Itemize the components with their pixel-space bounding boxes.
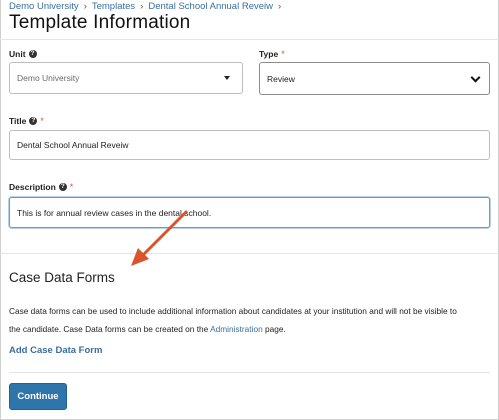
case-data-description-text: the candidate. Case Data forms can be cr… xyxy=(9,324,211,334)
description-label: Description ? * xyxy=(9,182,73,192)
caret-down-icon xyxy=(224,76,230,80)
chevron-down-icon xyxy=(470,72,481,83)
breadcrumb-separator: › xyxy=(83,1,87,12)
breadcrumb-link-university[interactable]: Demo University xyxy=(9,1,79,12)
question-circle-icon[interactable]: ? xyxy=(58,183,67,191)
administration-link[interactable]: Administration xyxy=(210,324,263,334)
section-divider xyxy=(0,253,499,254)
footer-divider xyxy=(9,372,490,373)
description-input-value: This is for annual review cases in the d… xyxy=(17,207,212,218)
case-data-description-line2: the candidate. Case Data forms can be cr… xyxy=(9,324,286,334)
breadcrumb-link-templates[interactable]: Templates xyxy=(92,1,135,12)
case-data-description-line1: Case data forms can be used to include a… xyxy=(9,306,457,316)
title-input-value: Dental School Annual Reveiw xyxy=(17,140,129,150)
type-select-value: Review xyxy=(267,73,295,84)
breadcrumb-separator: › xyxy=(277,1,282,12)
unit-select[interactable]: Demo University xyxy=(9,62,243,94)
continue-button[interactable]: Continue xyxy=(9,383,67,410)
required-marker: * xyxy=(69,182,74,192)
unit-select-value: Demo University xyxy=(17,73,80,83)
type-label-text: Type xyxy=(259,49,279,59)
case-data-forms-heading: Case Data Forms xyxy=(9,270,115,285)
required-marker: * xyxy=(40,116,44,126)
type-select[interactable]: Review xyxy=(259,62,490,95)
description-input[interactable]: This is for annual review cases in the d… xyxy=(9,197,490,228)
case-data-description-text-end: page. xyxy=(262,324,286,334)
unit-label-text: Unit xyxy=(9,49,26,59)
title-label: Title ? * xyxy=(9,116,44,126)
required-marker: * xyxy=(281,49,285,59)
type-label: Type * xyxy=(259,49,285,59)
title-label-text: Title xyxy=(9,116,27,126)
title-input[interactable]: Dental School Annual Reveiw xyxy=(9,130,490,160)
unit-label: Unit ? xyxy=(9,49,37,59)
breadcrumb-separator: › xyxy=(140,1,144,12)
question-circle-icon[interactable]: ? xyxy=(29,117,38,125)
description-label-text: Description xyxy=(9,182,56,192)
breadcrumb: Demo University › Templates › Dental School … xyxy=(9,1,286,12)
page-title: Template Information xyxy=(9,12,191,33)
title-divider xyxy=(0,39,499,40)
question-circle-icon[interactable]: ? xyxy=(28,50,37,58)
breadcrumb-link-template[interactable]: Dental School Annual Reveiw xyxy=(148,1,273,12)
add-case-data-form-link[interactable]: Add Case Data Form xyxy=(9,345,102,356)
